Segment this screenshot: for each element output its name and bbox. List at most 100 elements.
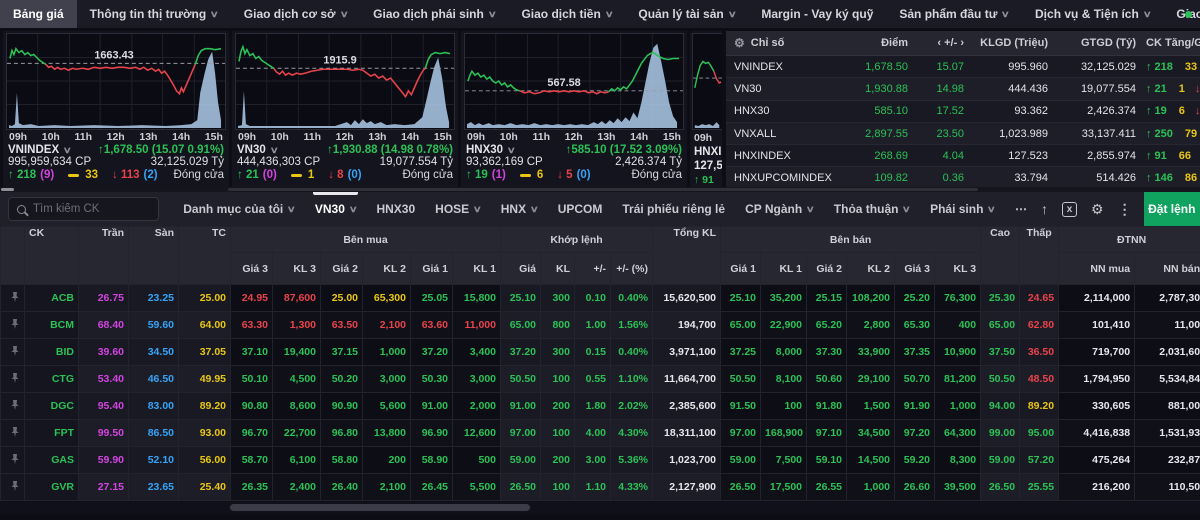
- price-cell: 2,400: [273, 474, 321, 501]
- index-name: HNXI: [692, 144, 722, 158]
- sub-column-header: KL: [541, 253, 575, 285]
- price-cell: 37.30: [807, 339, 847, 366]
- pin-icon[interactable]: [1, 393, 25, 420]
- index-name-dropdown[interactable]: VN30 ∨: [237, 144, 277, 156]
- price-cell: 96.70: [231, 420, 273, 447]
- nav-item[interactable]: Giao diện của tôi: [1163, 0, 1200, 28]
- board-scrollbar[interactable]: [0, 501, 1200, 514]
- nav-item[interactable]: Sản phẩm đầu tư ∨: [886, 0, 1022, 28]
- price-cell: 58.80: [321, 447, 363, 474]
- nav-item[interactable]: Dịch vụ & Tiện ích ∨: [1022, 0, 1163, 28]
- stock-row[interactable]: BCM68.4059.6064.0063.301,30063.502,10063…: [1, 312, 1200, 339]
- price-line-red: [714, 71, 721, 83]
- search-box[interactable]: [8, 197, 159, 221]
- board-tab-label: Thỏa thuận: [834, 202, 899, 216]
- scrollbar-thumb[interactable]: [230, 504, 530, 511]
- advancers-count: ↑ 21: [1146, 83, 1167, 95]
- time-axis: 09h10h11h12h13h14h15h: [235, 130, 455, 143]
- board-tab[interactable]: HNX ∨: [491, 192, 548, 226]
- index-table-row[interactable]: VNINDEX 1,678.50 15.07 995.960 32,125.02…: [726, 56, 1200, 78]
- gear-icon[interactable]: ⚙: [1091, 201, 1104, 218]
- board-tab[interactable]: VN30 ∨: [305, 192, 367, 226]
- ceiling-price: 26.75: [79, 285, 129, 312]
- board-tab[interactable]: Danh mục của tôi ∨: [173, 192, 305, 226]
- scrollbar-nub[interactable]: [1, 188, 14, 191]
- search-input[interactable]: [33, 203, 150, 215]
- nav-item[interactable]: Giao dịch phái sinh ∨: [360, 0, 508, 28]
- price-cell: 2,127,900: [653, 474, 721, 501]
- pin-column-header: [1, 227, 25, 285]
- index-gtgd: 33,137.411: [1048, 128, 1136, 140]
- index-table-row[interactable]: VN30 1,930.88 14.98 444.436 19,077.554 ↑…: [726, 78, 1200, 100]
- excel-export-icon[interactable]: x: [1062, 202, 1077, 217]
- sub-column-header: KL 2: [847, 253, 895, 285]
- time-axis-label: 13h: [368, 131, 386, 143]
- ceiling-price: 59.90: [79, 447, 129, 474]
- index-name-dropdown[interactable]: VNINDEX ∨: [8, 144, 71, 156]
- pin-icon[interactable]: [1, 420, 25, 447]
- price-cell: 65.00: [501, 312, 541, 339]
- gear-icon[interactable]: ⚙: [734, 36, 745, 50]
- arrow-up-icon[interactable]: ↑: [1041, 201, 1048, 217]
- price-cell: 11,00: [1135, 312, 1200, 339]
- index-table-row[interactable]: HNXUPCOMINDEX 109.82 0.36 33.794 514.426…: [726, 167, 1200, 187]
- board-tab[interactable]: Thỏa thuận ∨: [824, 192, 920, 226]
- price-cell: 300: [541, 285, 575, 312]
- index-name-dropdown[interactable]: HNX30 ∨: [466, 144, 515, 156]
- ceiling-price: 53.40: [79, 366, 129, 393]
- pin-icon[interactable]: [1, 366, 25, 393]
- price-cell: 25.30: [981, 285, 1020, 312]
- nav-item[interactable]: Quản lý tài sản ∨: [625, 0, 748, 28]
- price-cell: 15,800: [453, 285, 501, 312]
- advancers-count: ↑ 250: [1146, 128, 1173, 140]
- stock-row[interactable]: BID39.6034.5037.0537.1019,40037.151,0003…: [1, 339, 1200, 366]
- stock-row[interactable]: GAS59.9052.1056.0058.706,10058.8020058.9…: [1, 447, 1200, 474]
- nav-item[interactable]: Bảng giá: [0, 0, 77, 28]
- price-cell: 110,50: [1135, 474, 1200, 501]
- board-tab[interactable]: CP Ngành ∨: [735, 192, 824, 226]
- board-tab-label: HNX: [501, 202, 526, 216]
- stock-row[interactable]: CTG53.4046.5049.9550.104,50050.203,00050…: [1, 366, 1200, 393]
- pin-icon[interactable]: [1, 339, 25, 366]
- place-order-button[interactable]: Đặt lệnh: [1144, 192, 1200, 226]
- nav-item[interactable]: Thông tin thị trường ∨: [77, 0, 231, 28]
- price-cell: 10,900: [935, 339, 981, 366]
- reference-price: 25.40: [179, 474, 231, 501]
- stock-row[interactable]: DGC95.4083.0089.2090.808,60090.905,60091…: [1, 393, 1200, 420]
- index-table-row[interactable]: VNXALL 2,897.55 23.50 1,023.989 33,137.4…: [726, 123, 1200, 145]
- nav-item[interactable]: Giao dịch tiền ∨: [508, 0, 625, 28]
- pin-icon[interactable]: [1, 285, 25, 312]
- pin-icon[interactable]: [1, 474, 25, 501]
- board-tab[interactable]: Phái sinh ∨: [920, 192, 1005, 226]
- index-klgd: 127.523: [964, 150, 1048, 162]
- stock-row[interactable]: GVR27.1523.6525.4026.352,40026.402,10026…: [1, 474, 1200, 501]
- stock-row[interactable]: FPT99.5086.5093.0096.7022,70096.8013,800…: [1, 420, 1200, 447]
- board-tab[interactable]: HOSE ∨: [425, 192, 491, 226]
- time-axis: 09h10h11h12h13h14h15h: [464, 130, 684, 143]
- price-line-green-close: [609, 53, 679, 92]
- pin-icon[interactable]: [1, 447, 25, 474]
- stock-row[interactable]: ACB26.7523.2525.0024.9587,60025.0065,300…: [1, 285, 1200, 312]
- nav-item[interactable]: Giao dịch cơ sở ∨: [231, 0, 360, 28]
- board-tab[interactable]: UPCOM: [548, 192, 613, 226]
- pin-icon[interactable]: [1, 312, 25, 339]
- price-cell: 90.80: [231, 393, 273, 420]
- nav-item[interactable]: Margin - Vay ký quỹ: [748, 0, 886, 28]
- advancers-count: ↑ 91: [1146, 150, 1167, 162]
- index-table-row[interactable]: HNX30 585.10 17.52 93.362 2,426.374 ↑ 19…: [726, 101, 1200, 123]
- index-name: VNXALL: [726, 128, 838, 140]
- index-change: 0.36: [908, 172, 964, 184]
- price-cell: 100: [541, 474, 575, 501]
- index-updown: ↑ 19 6 ↓ 5: [1136, 105, 1200, 117]
- kebab-menu-icon[interactable]: ⋮: [1118, 201, 1132, 218]
- time-axis-label: 09h: [238, 131, 256, 143]
- board-tab[interactable]: ⋯: [1005, 192, 1037, 226]
- price-cell: 26.50: [721, 474, 761, 501]
- advance-decline-row: ↑ 218 (9) 33 ↓ 113 (2) Đóng cửa: [6, 168, 226, 181]
- board-tab[interactable]: Trái phiếu riêng lẻ: [612, 192, 735, 226]
- index-table-row[interactable]: HNXINDEX 268.69 4.04 127.523 2,855.974 ↑…: [726, 145, 1200, 167]
- floor-count: (2): [144, 169, 158, 181]
- scrollbar-thumb[interactable]: [228, 188, 978, 191]
- col-header-change[interactable]: ‹ +/- ›: [908, 37, 964, 49]
- board-tab[interactable]: HNX30: [366, 192, 425, 226]
